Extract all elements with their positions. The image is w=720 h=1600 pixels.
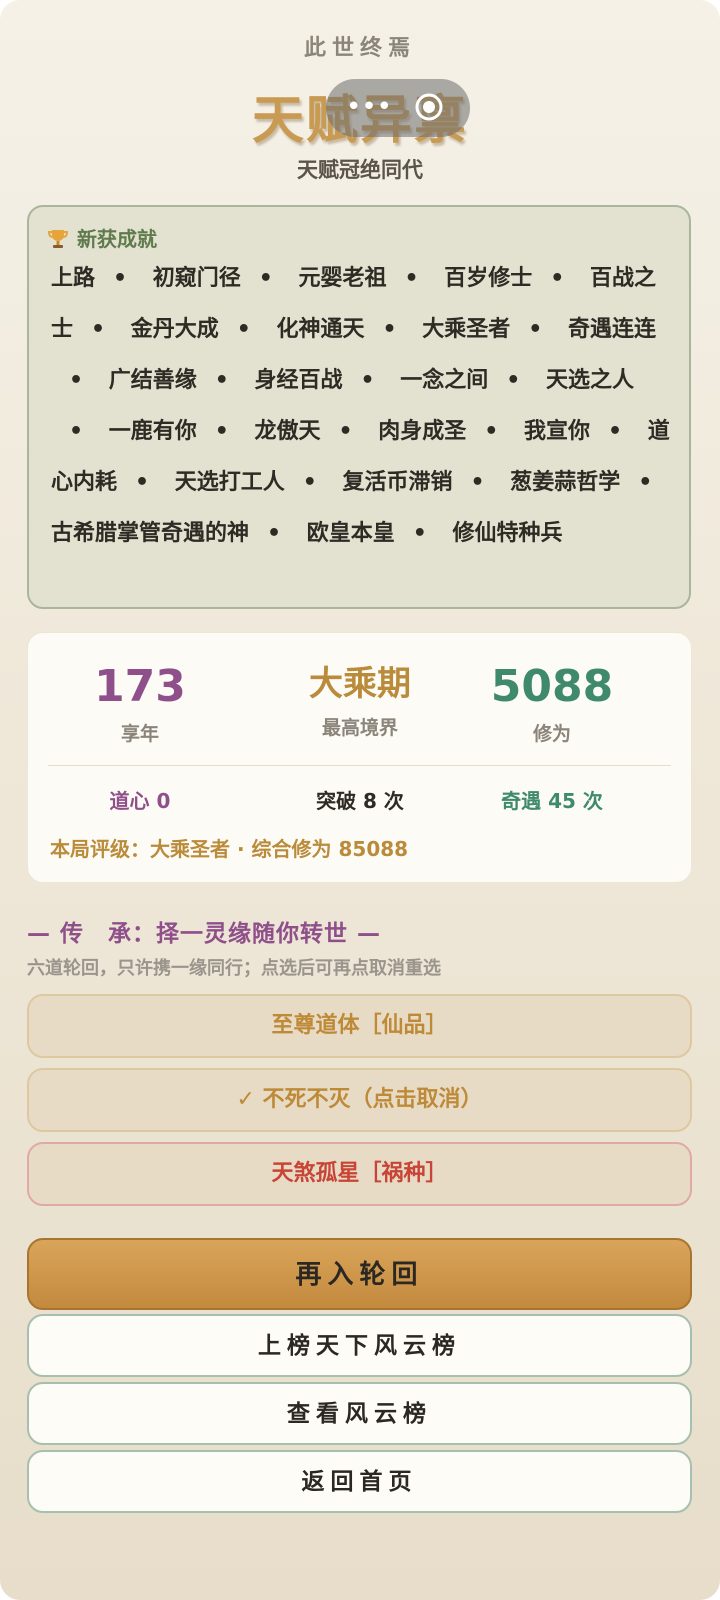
achievement-item: 天选之人 bbox=[545, 368, 634, 393]
achievement-item: 欧皇本皇 bbox=[306, 521, 395, 546]
achievement-item: 葱姜蒜哲学 bbox=[510, 470, 621, 495]
target-close-icon[interactable] bbox=[414, 92, 444, 122]
achievements-header: 新获成就 bbox=[47, 223, 157, 252]
achievement-item: 广结善缘 bbox=[108, 368, 197, 393]
dao-heart-stat: 道心 0 bbox=[109, 789, 171, 813]
achievement-item: 复活币滞销 bbox=[342, 470, 453, 495]
achievement-separator: • bbox=[214, 419, 229, 444]
achievement-separator: • bbox=[382, 317, 397, 342]
trophy-icon bbox=[47, 229, 69, 248]
achievement-separator: • bbox=[214, 368, 229, 393]
submit-ranking-button[interactable]: 上榜天下风云榜 bbox=[27, 1314, 692, 1377]
inheritance-title: — 传 承：择一灵缘随你转世 — bbox=[27, 921, 382, 947]
achievement-item: 奇遇连连 bbox=[568, 317, 657, 342]
talent-rank-label: 天赋冠绝同代 bbox=[297, 158, 423, 182]
encounter-stat: 奇遇 45 次 bbox=[501, 789, 603, 813]
lifespan-label: 享年 bbox=[120, 723, 159, 745]
achievement-separator: • bbox=[484, 419, 499, 444]
inheritance-description: 六道轮回，只许携一缘同行；点选后可再点取消重选 bbox=[27, 958, 441, 979]
achievements-list: 上路 • 初窥门径 • 元婴老祖 • 百岁修士 • 百战之士 • 金丹大成 • 化神通天 • … bbox=[51, 253, 677, 559]
achievement-separator: • bbox=[470, 470, 485, 495]
achievement-separator: • bbox=[302, 470, 317, 495]
achievement-item: 化神通天 bbox=[276, 317, 365, 342]
achievement-item: 金丹大成 bbox=[130, 317, 219, 342]
stats-card: 173 享年 大乘期 最高境界 5088 修为 道心 0 突破 8 次 奇遇 4… bbox=[27, 632, 692, 883]
stats-divider bbox=[48, 765, 671, 766]
achievement-separator: • bbox=[258, 266, 273, 291]
achievement-separator: • bbox=[236, 317, 251, 342]
result-page: 此世终焉 天赋异禀 ••• 天赋冠绝同代 新获成就 上路• 初窥门径• 元婴老祖… bbox=[0, 0, 720, 1600]
back-home-button[interactable]: 返回首页 bbox=[27, 1450, 692, 1513]
lifespan-value: 173 bbox=[94, 661, 186, 712]
achievement-separator: • bbox=[404, 266, 419, 291]
page-subtitle: 此世终焉 bbox=[303, 36, 416, 61]
achievements-heading: 新获成就 bbox=[77, 227, 157, 251]
more-dots-icon[interactable]: ••• bbox=[346, 92, 392, 122]
mini-program-capsule: ••• bbox=[326, 79, 470, 137]
achievement-separator: • bbox=[638, 470, 653, 495]
breakthrough-stat: 突破 8 次 bbox=[316, 789, 404, 813]
view-ranking-button[interactable]: 查看风云榜 bbox=[27, 1382, 692, 1445]
achievement-separator: • bbox=[528, 317, 543, 342]
achievement-separator: • bbox=[69, 419, 84, 444]
achievement-item: 我宣你 bbox=[523, 419, 590, 444]
achievement-separator: • bbox=[91, 317, 106, 342]
realm-label: 最高境界 bbox=[321, 717, 398, 739]
stat-cultivation: 5088 修为 bbox=[442, 661, 662, 746]
realm-value: 大乘期 bbox=[309, 664, 411, 704]
stat-lifespan: 173 享年 bbox=[30, 661, 250, 746]
achievement-item: 修仙特种兵 bbox=[452, 521, 563, 546]
achievement-separator: • bbox=[608, 419, 623, 444]
achievement-item: 大乘圣者 bbox=[422, 317, 511, 342]
achievement-separator: • bbox=[412, 521, 427, 546]
achievements-panel: 新获成就 上路 • 初窥门径 • 元婴老祖 • 百岁修士 • 百战之士 • 金丹大成 • 化… bbox=[27, 205, 691, 609]
achievement-separator: • bbox=[69, 368, 84, 393]
stat-realm: 大乘期 最高境界 bbox=[250, 661, 470, 740]
achievement-item: 一鹿有你 bbox=[108, 419, 197, 444]
achievement-item: 古希腊掌管奇遇的神 bbox=[51, 521, 250, 546]
achievement-separator: • bbox=[135, 470, 150, 495]
cultivation-value: 5088 bbox=[490, 661, 614, 712]
achievement-item: 初窥门径 bbox=[152, 266, 241, 291]
run-rating: 本局评级：大乘圣者 · 综合修为 85088 bbox=[50, 837, 409, 861]
achievement-item: 一念之间 bbox=[400, 368, 489, 393]
achievement-item: 上路 bbox=[51, 266, 96, 291]
reincarnate-button[interactable]: 再入轮回 bbox=[27, 1238, 692, 1310]
achievement-item: 元婴老祖 bbox=[298, 266, 387, 291]
inheritance-option-supreme-body[interactable]: 至尊道体［仙品］ bbox=[27, 994, 692, 1058]
achievement-item: 身经百战 bbox=[254, 368, 343, 393]
achievement-item: 天选打工人 bbox=[174, 470, 285, 495]
inheritance-option-immortal-selected[interactable]: ✓ 不死不灭（点击取消） bbox=[27, 1068, 692, 1132]
achievement-separator: • bbox=[506, 368, 521, 393]
achievement-separator: • bbox=[267, 521, 282, 546]
achievement-item: 肉身成圣 bbox=[378, 419, 467, 444]
achievement-separator: • bbox=[338, 419, 353, 444]
inheritance-option-lone-star[interactable]: 天煞孤星［祸种］ bbox=[27, 1142, 692, 1206]
achievement-item: 龙傲天 bbox=[254, 419, 321, 444]
achievement-separator: • bbox=[360, 368, 375, 393]
achievement-item: 百岁修士 bbox=[444, 266, 533, 291]
achievement-separator: • bbox=[550, 266, 565, 291]
achievement-separator: • bbox=[113, 266, 128, 291]
cultivation-label: 修为 bbox=[532, 723, 571, 745]
